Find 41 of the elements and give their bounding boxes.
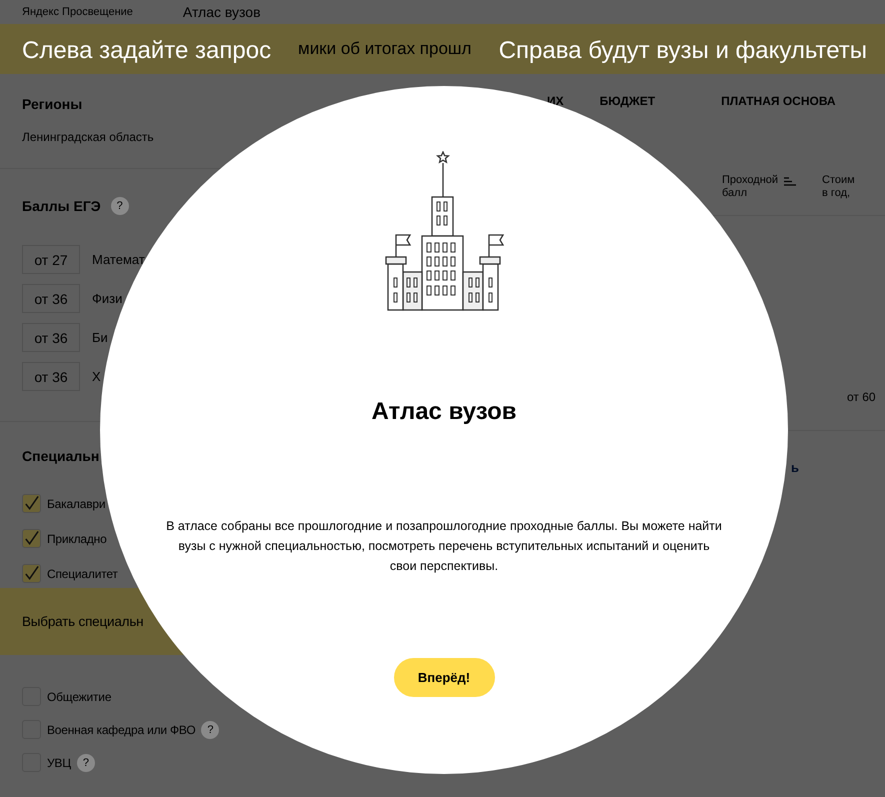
- checkbox-label: Военная кафедра или ФВО: [47, 722, 196, 736]
- banner-text: мики об итогах прошл: [298, 39, 472, 59]
- score-field[interactable]: от 36: [22, 362, 80, 391]
- score-value: от 60: [847, 390, 876, 406]
- section-title: Регионы: [22, 96, 84, 112]
- help-icon[interactable]: ?: [110, 197, 129, 215]
- score-field[interactable]: от 36: [22, 323, 80, 352]
- link[interactable]: ь: [791, 460, 799, 476]
- help-icon[interactable]: ?: [76, 754, 95, 772]
- help-icon[interactable]: ?: [201, 720, 220, 738]
- score-field[interactable]: от 36: [22, 284, 80, 313]
- score-field[interactable]: от 27: [22, 245, 80, 274]
- choose-specialty-button[interactable]: Выбрать специальн: [22, 614, 144, 629]
- checkbox[interactable]: [22, 494, 41, 513]
- tab[interactable]: ПЛАТНАЯ ОСНОВА: [721, 94, 836, 108]
- column-header[interactable]: Проходной балл: [722, 174, 796, 200]
- subject-label: Би: [92, 330, 108, 345]
- logo-text[interactable]: Яндекс Просвещение: [22, 6, 133, 18]
- checkbox-label: Общежитие: [47, 690, 112, 704]
- page-title: Атлас вузов: [182, 4, 261, 20]
- checkbox[interactable]: [22, 564, 41, 583]
- section-title: Специальн: [22, 448, 100, 464]
- hint-text: Слева задайте запрос: [22, 37, 272, 65]
- checkbox-label: УВЦ: [47, 756, 71, 770]
- hint-text: Справа будут вузы и факультеты: [498, 37, 867, 65]
- checkbox-label: Специалитет: [47, 566, 118, 580]
- next-button[interactable]: Вперёд!: [394, 658, 494, 697]
- column-header[interactable]: Стоим в год,: [822, 174, 855, 200]
- subject-label: Математ: [92, 252, 145, 267]
- tab[interactable]: БЮДЖЕТ: [600, 94, 656, 108]
- checkbox[interactable]: [22, 529, 41, 548]
- subject-label: Физи: [92, 291, 122, 306]
- modal-description: В атласе собраны все прошлогодние и позапрошлогодние проходные баллы. Вы можете найти вузы с нужной специальностью, посмотреть перечень вступительных испытаний и оценить свои перспективы.: [165, 518, 723, 575]
- modal-title: Атлас вузов: [372, 398, 516, 426]
- checkbox-label: Прикладно: [47, 532, 107, 546]
- section-title: Баллы ЕГЭ: [22, 198, 101, 214]
- region-value[interactable]: Ленинградская область: [22, 130, 154, 144]
- university-building-icon: [384, 151, 504, 313]
- subject-label: Х: [92, 369, 101, 384]
- checkbox-label: Бакалаври: [47, 496, 106, 510]
- sort-icon[interactable]: [784, 177, 796, 186]
